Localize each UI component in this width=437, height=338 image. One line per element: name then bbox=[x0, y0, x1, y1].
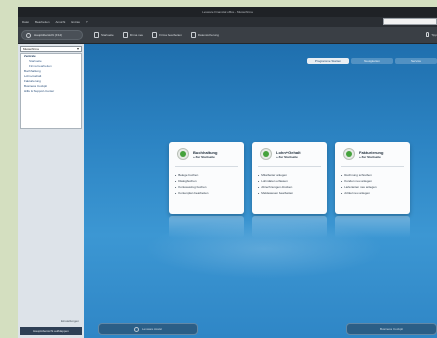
card-reflection bbox=[169, 216, 244, 238]
card-link[interactable]: Kontenplan bearbeiten bbox=[175, 190, 208, 196]
card-link[interactable]: Artikel neu anlegen bbox=[341, 190, 377, 196]
main-content: Programme Starten Neuigkeiten Service Bu… bbox=[84, 44, 437, 338]
menu-ansicht[interactable]: Ansicht bbox=[56, 20, 66, 24]
background-strip-left bbox=[0, 0, 18, 338]
home-icon bbox=[26, 32, 31, 38]
lexware-assist-label: Lexware Assist bbox=[141, 327, 162, 331]
sidebar-item-hilfe-support[interactable]: Hilfe & Support-Center bbox=[21, 89, 81, 94]
card-start-link[interactable]: » Zur Startseite bbox=[276, 155, 298, 159]
card-start-link[interactable]: » Zur Startseite bbox=[193, 155, 215, 159]
tip-button[interactable]: Tipp bbox=[426, 32, 437, 37]
page-icon bbox=[94, 32, 99, 38]
title-bar: Lexware Financial office - Musterfirma bbox=[18, 7, 437, 17]
menu-bearbeiten[interactable]: Bearbeiten bbox=[35, 20, 50, 24]
firma-neu-label: Firma neu bbox=[129, 33, 144, 37]
company-select-value: Musterfirma bbox=[23, 47, 39, 51]
edit-icon bbox=[152, 32, 158, 38]
settings-link[interactable]: Einstellungen bbox=[20, 319, 82, 324]
menu-datei[interactable]: Datei bbox=[22, 20, 29, 24]
navigation-tree: Zentrale Startseite Firma bearbeiten Buc… bbox=[20, 53, 82, 129]
firma-bearbeiten-button[interactable]: Firma bearbeiten bbox=[152, 32, 182, 38]
firma-neu-button[interactable]: Firma neu bbox=[122, 32, 144, 38]
business-cockpit-button[interactable]: Business Cockpit bbox=[346, 323, 437, 335]
card-lohn-gehalt[interactable]: Lohn+Gehalt » Zur Startseite Mitarbeiter… bbox=[252, 142, 327, 238]
datensicherung-button[interactable]: Datensicherung bbox=[190, 32, 219, 38]
background-strip-top bbox=[0, 0, 437, 7]
home-overview-button[interactable]: Hauptübersicht (F12) bbox=[21, 30, 83, 40]
company-select[interactable]: Musterfirma bbox=[20, 46, 82, 52]
datensicherung-label: Datensicherung bbox=[197, 33, 219, 37]
menu-bar: Datei Bearbeiten Ansicht Extras ? bbox=[18, 17, 437, 27]
divider bbox=[175, 166, 238, 167]
divider bbox=[341, 166, 404, 167]
business-cockpit-label: Business Cockpit bbox=[379, 327, 403, 331]
content-tabs: Programme Starten Neuigkeiten Service bbox=[307, 58, 437, 64]
lexware-assist-button[interactable]: Lexware Assist bbox=[98, 323, 198, 335]
search-input[interactable] bbox=[383, 18, 437, 25]
home-overview-label: Hauptübersicht (F12) bbox=[34, 33, 63, 37]
lightbulb-icon bbox=[426, 32, 430, 37]
card-link[interactable]: Meldewesen bearbeiten bbox=[258, 190, 293, 196]
card-reflection bbox=[335, 216, 410, 238]
start-arrow-icon bbox=[260, 148, 272, 160]
document-icon bbox=[122, 32, 128, 38]
start-arrow-icon bbox=[343, 148, 355, 160]
start-arrow-icon bbox=[177, 148, 189, 160]
menu-extras[interactable]: Extras bbox=[71, 20, 80, 24]
power-icon bbox=[133, 326, 139, 332]
expand-overview-button[interactable]: Hauptübersicht aufklappen bbox=[20, 327, 82, 335]
tab-programme-starten[interactable]: Programme Starten bbox=[307, 58, 349, 64]
window-title: Lexware Financial office - Musterfirma bbox=[202, 10, 253, 14]
card-fakturierung[interactable]: Fakturierung » Zur Startseite Rechnung s… bbox=[335, 142, 410, 238]
disk-icon bbox=[190, 32, 196, 38]
tab-neuigkeiten[interactable]: Neuigkeiten bbox=[351, 58, 393, 64]
application-window: Lexware Financial office - Musterfirma D… bbox=[18, 7, 437, 338]
chevron-down-icon bbox=[77, 48, 79, 50]
card-buchhaltung[interactable]: Buchhaltung » Zur Startseite Belege buch… bbox=[169, 142, 244, 238]
tab-service[interactable]: Service bbox=[395, 58, 437, 64]
firma-bearbeiten-label: Firma bearbeiten bbox=[159, 33, 182, 37]
startseite-label: Startseite bbox=[101, 33, 114, 37]
card-reflection bbox=[252, 216, 327, 238]
toolbar: Hauptübersicht (F12) Startseite Firma ne… bbox=[18, 27, 437, 44]
sidebar: Musterfirma Zentrale Startseite Firma be… bbox=[18, 44, 84, 338]
tip-label: Tipp bbox=[431, 32, 437, 37]
menu-help[interactable]: ? bbox=[86, 20, 88, 24]
startseite-button[interactable]: Startseite bbox=[94, 32, 114, 38]
divider bbox=[258, 166, 321, 167]
card-start-link[interactable]: » Zur Startseite bbox=[359, 155, 381, 159]
